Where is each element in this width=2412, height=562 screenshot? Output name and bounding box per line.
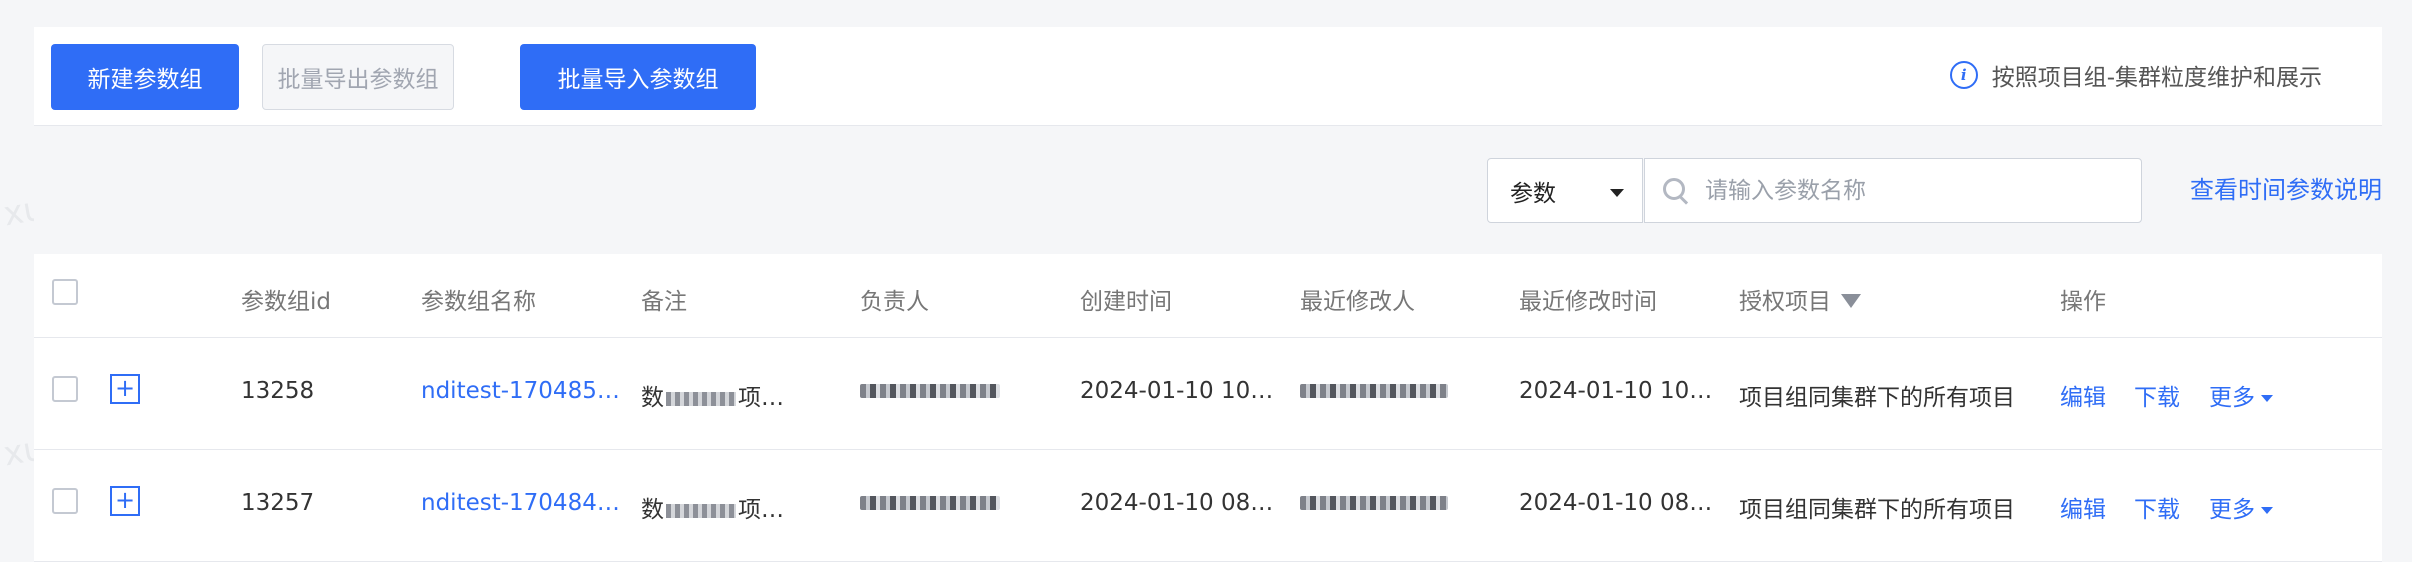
column-header-modified-time: 最近修改时间 [1519,289,1657,315]
time-param-help-link[interactable]: 查看时间参数说明 [2190,170,2382,205]
edit-link[interactable]: 编辑 [2060,490,2106,524]
edit-link[interactable]: 编辑 [2060,378,2106,412]
row-checkbox[interactable] [52,376,78,402]
row-modified-time: 2024-01-10 10… [1519,378,1713,404]
search-box[interactable] [1644,158,2142,223]
download-link[interactable]: 下载 [2134,490,2180,524]
column-header-modifier: 最近修改人 [1300,289,1415,315]
more-menu[interactable]: 更多 [2209,378,2273,412]
row-checkbox[interactable] [52,488,78,514]
search-type-value: 参数 [1510,180,1556,207]
granularity-tip: i 按照项目组-集群粒度维护和展示 [1949,55,2322,95]
row-remark: 数项… [641,497,784,523]
tip-text: 按照项目组-集群粒度维护和展示 [1991,65,2322,91]
row-name-link[interactable]: nditest-170485… [421,378,620,404]
info-icon: i [1949,61,1978,89]
column-header-remark: 备注 [641,289,687,315]
row-created-time: 2024-01-10 10… [1080,378,1274,404]
chevron-down-icon [2261,395,2273,402]
more-menu[interactable]: 更多 [2209,490,2273,524]
expand-icon[interactable]: + [110,486,140,516]
row-modified-time: 2024-01-10 08… [1519,490,1713,516]
download-link[interactable]: 下载 [2134,378,2180,412]
row-id: 13258 [241,378,315,404]
search-input[interactable] [1703,176,2107,205]
column-header-owner: 负责人 [860,289,929,315]
expand-icon[interactable]: + [110,374,140,404]
batch-export-button[interactable]: 批量导出参数组 [262,44,454,110]
row-id: 13257 [241,490,315,516]
modifier-redacted [1300,384,1448,398]
table-row: + 13258 nditest-170485… 数项… 2024-01-10 1… [34,338,2382,450]
row-created-time: 2024-01-10 08… [1080,490,1274,516]
search-icon [1663,177,1689,205]
column-header-actions: 操作 [2060,289,2106,315]
toolbar: 新建参数组 批量导出参数组 批量导入参数组 i 按照项目组-集群粒度维护和展示 [34,27,2382,126]
column-header-auth: 授权项目 [1739,282,1861,316]
batch-import-button[interactable]: 批量导入参数组 [520,44,756,110]
owner-redacted [860,384,1000,398]
filter-icon[interactable] [1841,293,1861,308]
table-header: 参数组id 参数组名称 备注 负责人 创建时间 最近修改人 最近修改时间 授权项… [34,254,2382,338]
column-header-id: 参数组id [241,289,331,315]
chevron-down-icon [2261,507,2273,514]
new-param-group-button[interactable]: 新建参数组 [51,44,239,110]
row-auth-scope: 项目组同集群下的所有项目 [1739,497,2015,523]
chevron-down-icon [1610,189,1624,197]
row-remark: 数项… [641,385,784,411]
search-type-select[interactable]: 参数 [1487,158,1643,223]
row-name-link[interactable]: nditest-170484… [421,490,620,516]
row-auth-scope: 项目组同集群下的所有项目 [1739,385,2015,411]
column-header-created: 创建时间 [1080,289,1172,315]
owner-redacted [860,496,1000,510]
table-row: + 13257 nditest-170484… 数项… 2024-01-10 0… [34,450,2382,562]
select-all-checkbox[interactable] [52,279,78,305]
column-header-name: 参数组名称 [421,289,536,315]
modifier-redacted [1300,496,1448,510]
